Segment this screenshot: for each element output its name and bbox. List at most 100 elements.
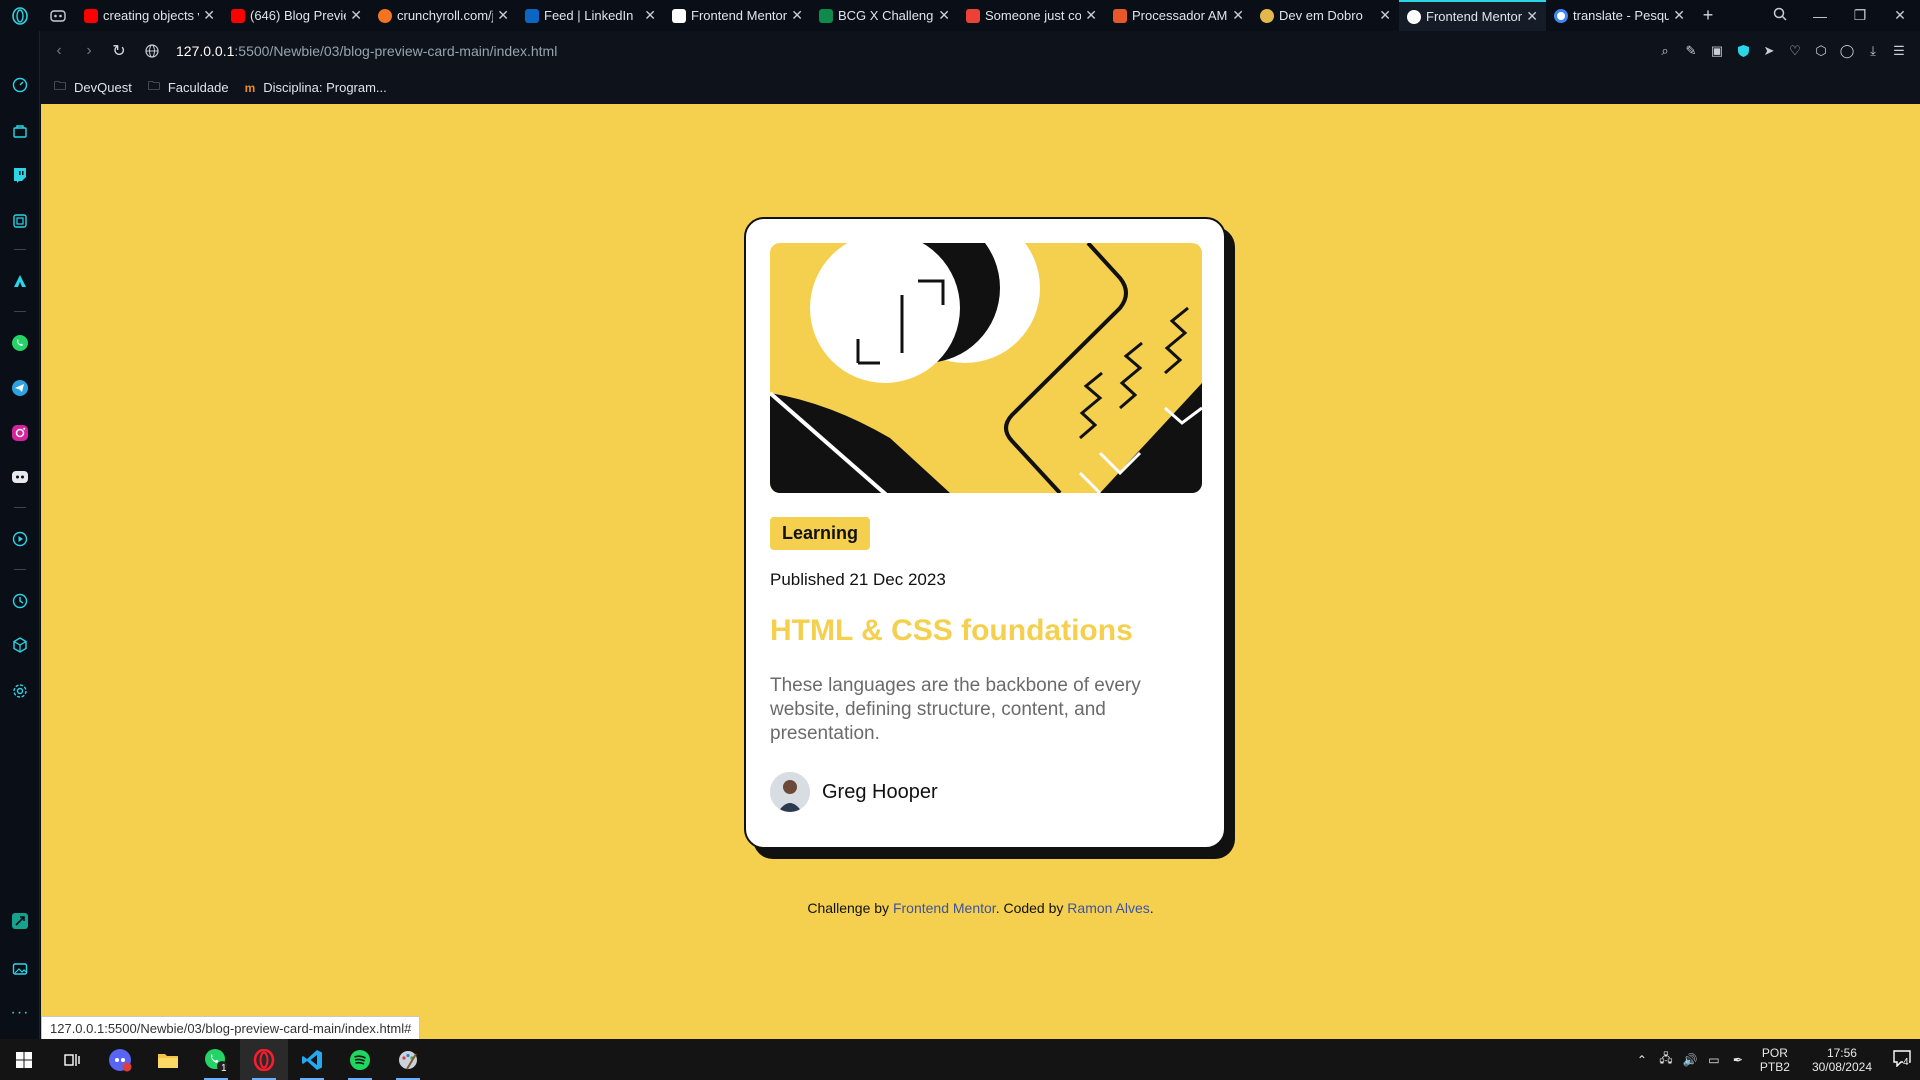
menu-icon[interactable]: ☰ xyxy=(1886,41,1912,61)
sidebar-divider xyxy=(14,507,26,508)
close-tab-icon[interactable]: ✕ xyxy=(791,7,803,24)
shopping-icon[interactable] xyxy=(10,121,30,141)
notification-center-icon[interactable]: 4 xyxy=(1884,1049,1920,1070)
tab-title: Processador AMD xyxy=(1132,8,1229,23)
close-tab-icon[interactable]: ✕ xyxy=(497,7,509,24)
bookmark-disciplina[interactable]: m Disciplina: Program... xyxy=(245,80,387,95)
edit-icon[interactable]: ✎ xyxy=(1678,41,1704,61)
opera-logo-icon[interactable] xyxy=(0,0,40,31)
tab[interactable]: Feed | LinkedIn ✕ xyxy=(517,0,664,31)
windows-start-icon[interactable] xyxy=(0,1039,48,1080)
settings-gear-icon[interactable] xyxy=(10,681,30,701)
tab-active[interactable]: Frontend Mentor ✕ xyxy=(1399,0,1546,31)
send-icon[interactable]: ➤ xyxy=(1756,41,1782,61)
player-icon[interactable] xyxy=(10,529,30,549)
toolbar-icons: ⌕ ✎ ▣ ➤ ♡ ⬡ ◯ ⤓ ☰ xyxy=(1652,41,1920,61)
spotify-taskbar-icon[interactable] xyxy=(336,1039,384,1080)
ai-aria-icon[interactable] xyxy=(10,211,30,231)
pin-sidebar-icon[interactable] xyxy=(10,911,30,931)
keyboard-layout: PTB2 xyxy=(1759,1059,1790,1074)
close-tab-icon[interactable]: ✕ xyxy=(938,7,950,24)
frontend-mentor-link[interactable]: Frontend Mentor xyxy=(893,900,996,916)
close-tab-icon[interactable]: ✕ xyxy=(203,7,215,24)
url-input[interactable]: 127.0.0.1:5500/Newbie/03/blog-preview-ca… xyxy=(176,43,557,59)
extensions-icon[interactable] xyxy=(10,635,30,655)
profile-icon[interactable]: ◯ xyxy=(1834,41,1860,61)
gallery-icon[interactable] xyxy=(10,959,30,979)
volume-icon[interactable]: 🔊 xyxy=(1678,1053,1702,1067)
discord-taskbar-icon[interactable] xyxy=(96,1039,144,1080)
bcg-favicon-icon xyxy=(819,8,833,23)
tab-title: BCG X Challenge xyxy=(838,8,935,23)
new-tab-button[interactable]: + xyxy=(1693,5,1723,26)
close-tab-icon[interactable]: ✕ xyxy=(1379,7,1391,24)
search-tabs-icon[interactable] xyxy=(1760,7,1800,24)
close-tab-icon[interactable]: ✕ xyxy=(1673,7,1685,24)
vscode-taskbar-icon[interactable] xyxy=(288,1039,336,1080)
frontend-mentor-favicon-icon xyxy=(672,8,686,23)
workspace-icon[interactable] xyxy=(40,0,76,31)
site-info-icon[interactable] xyxy=(140,44,164,58)
tab[interactable]: translate - Pesqui ✕ xyxy=(1546,0,1693,31)
sidebar-divider xyxy=(14,311,26,312)
card-title[interactable]: HTML & CSS foundations xyxy=(770,614,1200,648)
battery-icon[interactable]: ▭ xyxy=(1702,1053,1726,1067)
vpn-shield-icon[interactable] xyxy=(1730,41,1756,61)
instagram-icon[interactable] xyxy=(10,423,30,443)
download-icon[interactable]: ⤓ xyxy=(1860,41,1886,61)
sidebar-divider xyxy=(14,249,26,250)
taskbar: 1 ⌃ 🖧 🔊 ▭ ✒ POR PTB2 17:56 30/08/2024 4 xyxy=(0,1039,1920,1080)
language-code: POR xyxy=(1761,1045,1788,1060)
bookmark-devquest[interactable]: 🗀 DevQuest xyxy=(54,77,132,98)
whatsapp-icon[interactable] xyxy=(10,333,30,353)
show-hidden-icons-icon[interactable]: ⌃ xyxy=(1630,1053,1654,1067)
twitch-icon[interactable] xyxy=(10,165,30,185)
card-description: These languages are the backbone of ever… xyxy=(770,675,1141,744)
more-options-icon[interactable]: ··· xyxy=(10,1003,30,1023)
task-view-icon[interactable] xyxy=(48,1039,96,1080)
clock[interactable]: 17:56 30/08/2024 xyxy=(1812,1046,1872,1074)
opera-taskbar-icon[interactable] xyxy=(240,1039,288,1080)
history-icon[interactable] xyxy=(10,591,30,611)
course-site-icon: m xyxy=(244,80,256,95)
file-explorer-icon[interactable] xyxy=(144,1039,192,1080)
restore-icon[interactable]: ❐ xyxy=(1840,7,1880,24)
zoom-search-icon[interactable]: ⌕ xyxy=(1652,41,1678,61)
reload-icon[interactable]: ↻ xyxy=(104,41,134,61)
tab[interactable]: crunchyroll.com/j ✕ xyxy=(370,0,517,31)
back-icon[interactable]: ‹ xyxy=(44,42,74,60)
discord-icon[interactable] xyxy=(10,467,30,487)
speed-dial-icon[interactable] xyxy=(10,75,30,95)
tab[interactable]: creating objects v ✕ xyxy=(76,0,223,31)
network-icon[interactable]: 🖧 xyxy=(1654,1049,1678,1070)
forward-icon[interactable]: › xyxy=(74,42,104,60)
close-tab-icon[interactable]: ✕ xyxy=(1526,8,1538,25)
tab[interactable]: (646) Blog Previe ✕ xyxy=(223,0,370,31)
close-tab-icon[interactable]: ✕ xyxy=(1232,7,1244,24)
telegram-icon[interactable] xyxy=(10,378,30,398)
close-tab-icon[interactable]: ✕ xyxy=(644,7,656,24)
aria-icon[interactable] xyxy=(10,271,30,291)
snapshot-camera-icon[interactable]: ▣ xyxy=(1704,41,1730,61)
tab[interactable]: Dev em Dobro ✕ xyxy=(1252,0,1399,31)
author-link[interactable]: Ramon Alves xyxy=(1067,900,1149,916)
paint-app-icon[interactable] xyxy=(384,1039,432,1080)
bookmark-faculdade[interactable]: 🗀 Faculdade xyxy=(148,77,229,98)
clock-date: 30/08/2024 xyxy=(1811,1059,1872,1074)
minimize-icon[interactable]: — xyxy=(1800,8,1840,24)
card-illustration xyxy=(770,243,1202,493)
close-tab-icon[interactable]: ✕ xyxy=(1085,7,1097,24)
tab[interactable]: Processador AMD ✕ xyxy=(1105,0,1252,31)
close-window-icon[interactable]: ✕ xyxy=(1880,7,1920,24)
tab[interactable]: BCG X Challenge ✕ xyxy=(811,0,958,31)
frontend-mentor-favicon-icon xyxy=(1407,9,1421,24)
cube-icon[interactable]: ⬡ xyxy=(1808,41,1834,61)
close-tab-icon[interactable]: ✕ xyxy=(350,7,362,24)
whatsapp-taskbar-icon[interactable]: 1 xyxy=(192,1039,240,1080)
tab[interactable]: Someone just co ✕ xyxy=(958,0,1105,31)
tab[interactable]: Frontend Mentor ✕ xyxy=(664,0,811,31)
pen-icon[interactable]: ✒ xyxy=(1726,1053,1750,1067)
youtube-favicon-icon xyxy=(84,8,98,23)
heart-icon[interactable]: ♡ xyxy=(1782,41,1808,61)
input-language[interactable]: POR PTB2 xyxy=(1760,1046,1790,1074)
